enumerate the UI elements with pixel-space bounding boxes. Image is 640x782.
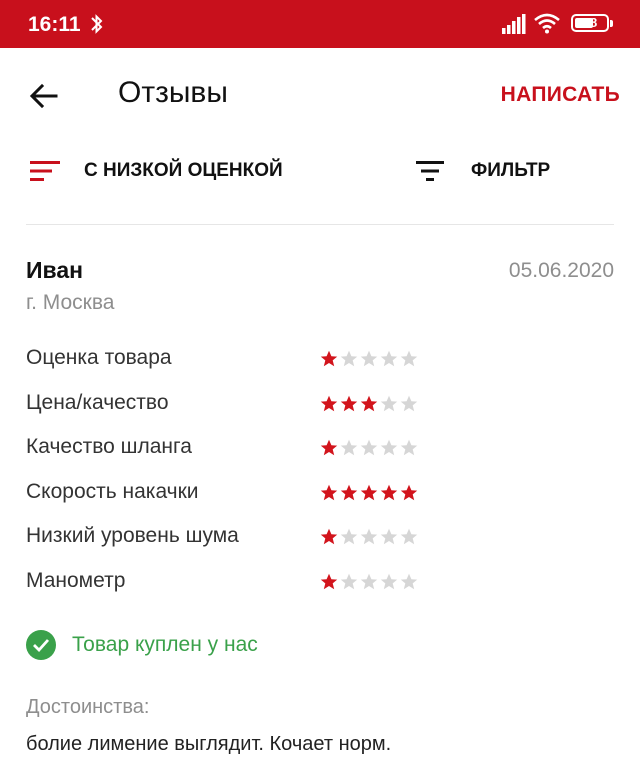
- filter-bar: С НИЗКОЙ ОЦЕНКОЙ ФИЛЬТР: [0, 150, 640, 206]
- rating-label: Качество шланга: [26, 435, 192, 459]
- star-empty-icon: [340, 529, 358, 545]
- star-empty-icon: [360, 350, 378, 367]
- rating-label: Манометр: [26, 568, 126, 592]
- star-empty-icon: [380, 529, 398, 545]
- star-empty-icon: [360, 529, 378, 545]
- rating-label: Низкий уровень шума: [26, 524, 239, 548]
- sort-button[interactable]: С НИЗКОЙ ОЦЕНКОЙ: [30, 160, 283, 182]
- pros-text: болие лимение выглядит. Кочает норм.: [26, 733, 392, 755]
- star-rating: [320, 350, 420, 368]
- bluetooth-icon: [91, 14, 103, 34]
- star-rating: [320, 573, 420, 591]
- star-empty-icon: [400, 573, 418, 590]
- filter-icon: [416, 161, 444, 181]
- star-empty-icon: [380, 350, 398, 367]
- star-filled-icon: [320, 395, 338, 411]
- status-time: 16:11: [28, 13, 81, 36]
- ratings-list: Оценка товара Цена/качество Качество шла…: [26, 344, 446, 612]
- battery-level: 48: [582, 15, 598, 30]
- sort-label: С НИЗКОЙ ОЦЕНКОЙ: [84, 160, 283, 181]
- rating-row: Манометр: [26, 567, 446, 612]
- rating-row: Скорость накачки: [26, 478, 446, 523]
- pros-label: Достоинства:: [26, 696, 150, 718]
- write-review-button[interactable]: НАПИСАТЬ: [501, 83, 620, 107]
- star-filled-icon: [340, 395, 358, 411]
- star-filled-icon: [320, 350, 338, 367]
- cell-signal-icon: [502, 14, 526, 34]
- arrow-left-icon[interactable]: [26, 78, 62, 114]
- page-title: Отзывы: [118, 76, 228, 109]
- review-date: 05.06.2020: [508, 259, 614, 282]
- star-empty-icon: [380, 395, 398, 411]
- star-filled-icon: [340, 484, 358, 500]
- star-filled-icon: [320, 439, 338, 456]
- star-empty-icon: [380, 573, 398, 590]
- star-empty-icon: [340, 439, 358, 456]
- star-rating: [320, 484, 420, 502]
- star-empty-icon: [400, 395, 418, 411]
- wifi-icon: [534, 13, 560, 34]
- divider: [26, 224, 614, 225]
- filter-label: ФИЛЬТР: [471, 160, 551, 181]
- filter-button[interactable]: ФИЛЬТР: [416, 160, 550, 182]
- star-filled-icon: [320, 529, 338, 545]
- star-empty-icon: [340, 573, 358, 590]
- star-empty-icon: [400, 529, 418, 545]
- sort-icon: [30, 161, 60, 181]
- star-rating: [320, 528, 420, 546]
- rating-row: Низкий уровень шума: [26, 522, 446, 567]
- star-empty-icon: [400, 350, 418, 367]
- star-filled-icon: [380, 484, 398, 500]
- rating-row: Качество шланга: [26, 433, 446, 478]
- rating-row: Цена/качество: [26, 389, 446, 434]
- star-filled-icon: [320, 484, 338, 500]
- star-empty-icon: [360, 439, 378, 456]
- star-empty-icon: [400, 439, 418, 456]
- star-rating: [320, 439, 420, 457]
- review-author: Иван: [26, 257, 84, 283]
- rating-label: Оценка товара: [26, 346, 172, 369]
- star-empty-icon: [380, 439, 398, 456]
- rating-row: Оценка товара: [26, 344, 446, 389]
- rating-label: Цена/качество: [26, 390, 169, 414]
- review-city: г. Москва: [26, 291, 115, 314]
- star-filled-icon: [400, 484, 418, 500]
- star-empty-icon: [360, 573, 378, 590]
- status-bar: 16:11 48: [0, 0, 640, 48]
- rating-label: Скорость накачки: [26, 479, 199, 503]
- star-empty-icon: [340, 350, 358, 367]
- star-filled-icon: [360, 484, 378, 500]
- star-rating: [320, 395, 420, 413]
- battery-icon: 48: [571, 14, 613, 32]
- star-filled-icon: [320, 573, 338, 590]
- star-filled-icon: [360, 395, 378, 411]
- purchase-text: Товар куплен у нас: [72, 633, 258, 656]
- purchase-badge: Товар куплен у нас: [26, 630, 258, 660]
- check-circle-icon: [26, 630, 56, 660]
- app-bar: Отзывы НАПИСАТЬ: [0, 48, 640, 144]
